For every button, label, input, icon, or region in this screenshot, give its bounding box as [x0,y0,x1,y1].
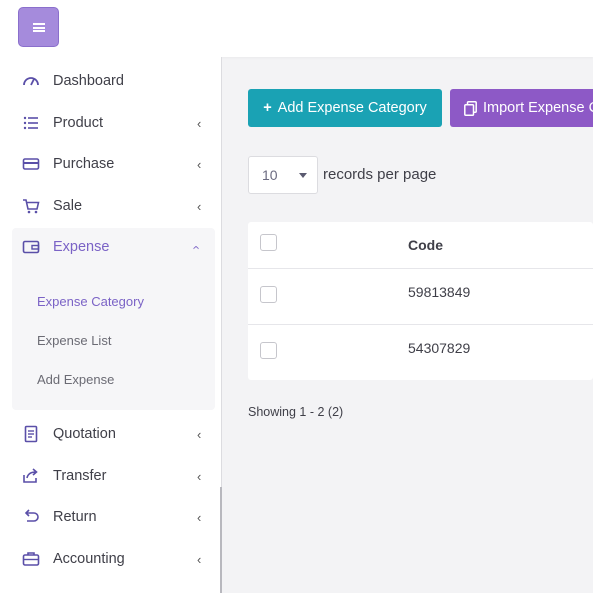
wallet-icon [22,238,40,256]
sidebar-item-label: Purchase [53,156,115,172]
add-expense-category-button[interactable]: + Add Expense Category [248,89,442,127]
sidebar-scrollbar[interactable] [220,487,222,593]
chevron-left-icon: ‹ [197,115,202,131]
caret-down-icon [299,173,307,178]
import-expense-category-label: Import Expense Category [483,100,593,116]
sidebar-subitem-add-expense[interactable]: Add Expense [37,372,114,387]
sidebar-item-quotation[interactable]: Quotation ‹ [0,414,222,454]
add-expense-category-label: Add Expense Category [277,100,427,116]
document-icon [22,425,40,443]
chevron-left-icon: ‹ [197,551,202,567]
sidebar-subitem-expense-list[interactable]: Expense List [37,333,111,348]
records-per-page-label: records per page [323,166,437,183]
sidebar-item-transfer[interactable]: Transfer ‹ [0,456,222,496]
sidebar-item-label: Return [53,509,97,525]
row-checkbox[interactable] [260,342,277,359]
sidebar-item-label: Transfer [53,468,107,484]
row-checkbox[interactable] [260,286,277,303]
import-expense-category-button[interactable]: Import Expense Category [450,89,593,127]
top-bar [0,0,593,57]
gauge-icon [22,72,40,90]
sidebar-item-accounting[interactable]: Accounting ‹ [0,539,222,579]
hamburger-menu-button[interactable] [18,7,59,47]
chevron-down-icon: ‹ [189,244,205,250]
select-all-checkbox[interactable] [260,234,277,251]
sidebar-item-purchase[interactable]: Purchase ‹ [0,144,222,184]
sidebar-item-label: Sale [53,198,83,214]
table-header-row: Code [248,222,593,269]
chevron-left-icon: ‹ [197,509,202,525]
cart-icon [22,197,40,215]
column-header-code: Code [408,237,443,253]
briefcase-icon [22,550,40,568]
sidebar-item-product[interactable]: Product ‹ [0,103,222,143]
chevron-left-icon: ‹ [197,156,202,172]
sidebar-subitem-expense-category[interactable]: Expense Category [37,294,144,309]
sidebar-item-label: Accounting [53,551,125,567]
chevron-left-icon: ‹ [197,426,202,442]
chevron-left-icon: ‹ [197,198,202,214]
pagination-summary: Showing 1 - 2 (2) [248,405,344,419]
main-content: + Add Expense Category Import Expense Ca… [223,57,593,593]
share-icon [22,467,40,485]
table-cell-code: 59813849 [408,284,471,300]
hamburger-icon [32,22,45,32]
table-cell-code: 54307829 [408,340,471,356]
sidebar-item-return[interactable]: Return ‹ [0,497,222,537]
sidebar-item-label: Quotation [53,426,116,442]
table-row[interactable]: 54307829 [248,325,593,380]
sidebar-item-expense[interactable]: Expense ‹ [0,227,222,267]
plus-icon: + [263,100,272,116]
sidebar-item-label: Expense [53,239,110,255]
list-icon [22,114,40,132]
copy-icon [464,100,477,116]
sidebar: Dashboard Product ‹ Purchase ‹ Sale ‹ Ex… [0,57,222,593]
sidebar-item-sale[interactable]: Sale ‹ [0,186,222,226]
records-per-page-select[interactable]: 10 [248,156,318,194]
expense-category-table: Code 59813849 54307829 [248,222,593,380]
table-row[interactable]: 59813849 [248,269,593,325]
chevron-left-icon: ‹ [197,468,202,484]
sidebar-item-dashboard[interactable]: Dashboard [0,61,222,101]
credit-card-icon [22,155,40,173]
sidebar-item-label: Dashboard [53,73,124,89]
records-per-page-value: 10 [262,167,278,183]
undo-icon [22,508,40,526]
sidebar-item-label: Product [53,115,103,131]
